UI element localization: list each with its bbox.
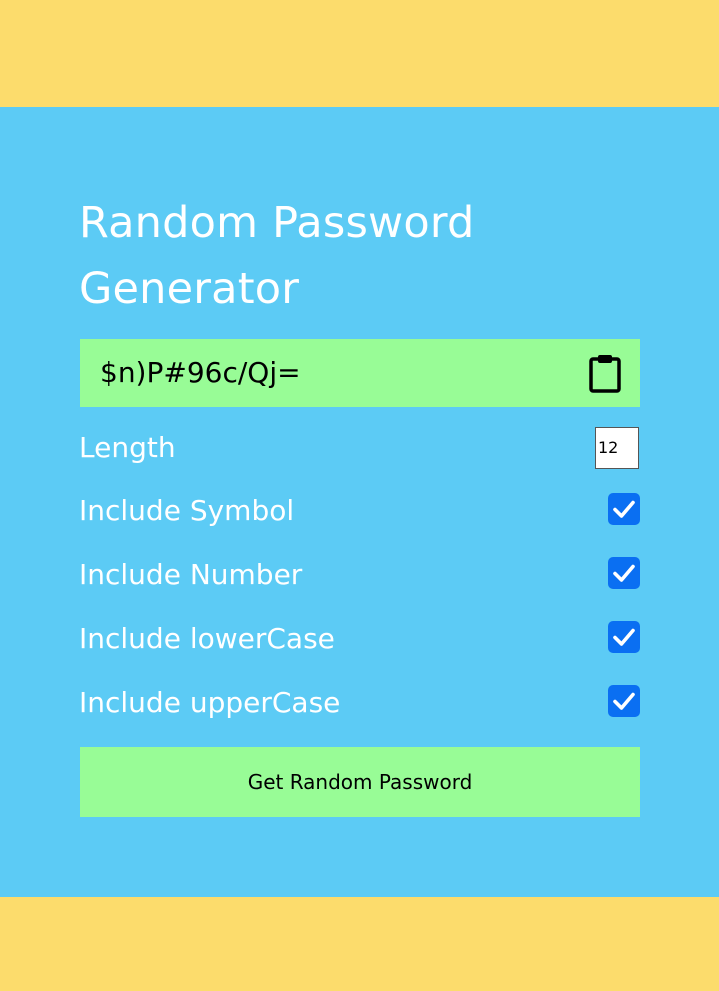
password-output: $n)P#96c/Qj= [100,356,301,389]
option-row-number: Include Number [79,554,640,598]
include-number-checkbox[interactable] [608,557,640,589]
checkmark-icon [613,500,635,518]
option-label: Include upperCase [79,686,341,719]
option-label: Include Number [79,558,303,591]
checkmark-icon [613,628,635,646]
password-result-box: $n)P#96c/Qj= [80,339,640,407]
page-title: Random Password Generator [79,198,475,314]
include-symbol-checkbox[interactable] [608,493,640,525]
copy-to-clipboard-button[interactable] [588,353,622,393]
include-uppercase-checkbox[interactable] [608,685,640,717]
option-row-symbol: Include Symbol [79,490,640,534]
length-label: Length [79,431,176,464]
option-row-lowercase: Include lowerCase [79,618,640,662]
checkmark-icon [613,692,635,710]
clipboard-icon [589,355,621,393]
option-row-uppercase: Include upperCase [79,682,640,726]
option-label: Include Symbol [79,494,295,527]
length-input[interactable]: 12 [595,427,639,469]
checkmark-icon [613,564,635,582]
get-random-password-button[interactable]: Get Random Password [80,747,640,817]
include-lowercase-checkbox[interactable] [608,621,640,653]
length-row: Length 12 [79,427,640,471]
option-label: Include lowerCase [79,622,335,655]
